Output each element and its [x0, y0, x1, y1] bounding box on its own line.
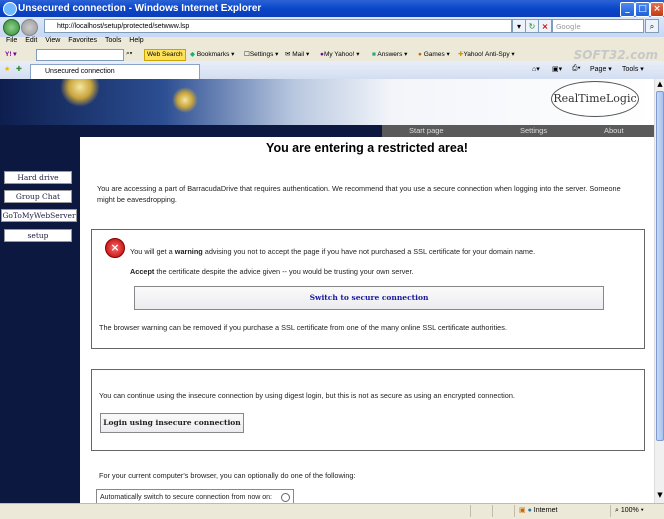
sidebar: Hard drive Group Chat GoToMyWebServer se…	[0, 137, 80, 503]
lock-icon: ▣	[519, 507, 526, 514]
yahoo-logo-icon[interactable]: Y! ▾	[5, 50, 17, 58]
auto-switch-radio[interactable]	[281, 493, 290, 502]
settings-button[interactable]: ☐Settings ▾	[244, 50, 278, 58]
antispy-button[interactable]: ✚Yahoo! Anti-Spy ▾	[458, 50, 515, 58]
accept-text: Accept the certificate despite the advic…	[130, 267, 414, 276]
home-icon[interactable]: ⌂▾	[532, 65, 540, 73]
login-insecure-button[interactable]: Login using insecure connection	[100, 413, 244, 433]
insecure-connection-panel	[91, 369, 645, 451]
scrollbar-thumb[interactable]	[656, 91, 664, 441]
nav-tabs: Start page Settings About	[382, 125, 654, 137]
site-nav: Start page Settings About	[0, 125, 654, 137]
forward-button[interactable]	[21, 19, 38, 36]
add-favorites-icon[interactable]: ✚	[16, 65, 22, 73]
main-content: You are entering a restricted area! You …	[80, 137, 654, 503]
maximize-button[interactable]: □	[635, 2, 650, 17]
tools-menu[interactable]: Tools ▾	[622, 65, 644, 73]
feeds-icon[interactable]: ▣▾	[552, 65, 562, 73]
security-zone[interactable]: ▣ ● Internet	[514, 505, 610, 517]
tab-row: ★ ✚ Unsecured connection ⌂▾ ▣▾ ⎙▾ Page ▾…	[0, 61, 664, 79]
ie-app-icon	[3, 2, 17, 16]
search-icon[interactable]: ⌕	[645, 19, 659, 33]
zoom-level[interactable]: ⌕ 100% ▾	[610, 505, 664, 517]
stop-icon[interactable]: ×	[538, 19, 552, 33]
globe-icon: ●	[527, 507, 532, 514]
games-button[interactable]: ● Games ▾	[418, 50, 450, 58]
page-menu[interactable]: Page ▾	[590, 65, 612, 73]
sidebar-item-hard-drive[interactable]: Hard drive	[4, 171, 72, 184]
menu-tools[interactable]: Tools	[105, 37, 121, 44]
tab-unsecured-connection[interactable]: Unsecured connection	[30, 64, 200, 79]
header-decoration	[60, 79, 100, 107]
status-segment	[470, 505, 492, 517]
watermark-logo: SOFT32.com	[573, 48, 658, 62]
menu-edit[interactable]: Edit	[25, 37, 37, 44]
intro-text: You are accessing a part of BarracudaDri…	[97, 184, 621, 204]
menu-file[interactable]: File	[6, 37, 17, 44]
games-icon: ●	[418, 51, 422, 58]
switch-secure-button[interactable]: Switch to secure connection	[134, 286, 604, 310]
address-bar[interactable]: http://localhost/setup/protected/setwww.…	[44, 19, 512, 33]
toolbar-search-icon[interactable]: ⌕▾	[126, 50, 132, 58]
sidebar-item-group-chat[interactable]: Group Chat	[4, 190, 72, 203]
auto-switch-label: Automatically switch to secure connectio…	[100, 494, 272, 501]
yahoo-toolbar: Y! ▾ ⌕▾ Web Search ◆ Bookmarks ▾ ☐Settin…	[0, 48, 664, 62]
close-button[interactable]: ×	[650, 2, 664, 17]
toolbar-search-input[interactable]	[36, 49, 124, 61]
menu-favorites[interactable]: Favorites	[68, 37, 97, 44]
my-yahoo-button[interactable]: ●My Yahoo! ▾	[320, 50, 360, 58]
options-note: For your current computer's browser, you…	[99, 471, 356, 480]
nav-about[interactable]: About	[604, 126, 624, 135]
sidebar-item-gotomywebserver[interactable]: GoToMyWebServer	[1, 209, 77, 222]
sidebar-item-setup[interactable]: setup	[4, 229, 72, 242]
scroll-up-icon[interactable]: ▲	[656, 80, 664, 89]
answers-button[interactable]: ■ Answers ▾	[372, 50, 407, 58]
warning-shield-icon: ×	[105, 238, 125, 258]
nav-settings[interactable]: Settings	[520, 126, 547, 135]
site-header: RealTimeLogic	[0, 79, 654, 125]
menu-view[interactable]: View	[45, 37, 60, 44]
address-dropdown-icon[interactable]: ▾	[512, 19, 526, 33]
window-title: Unsecured connection - Windows Internet …	[18, 3, 262, 14]
vertical-scrollbar[interactable]: ▲ ▼	[654, 79, 664, 503]
mail-icon: ✉	[285, 51, 291, 58]
back-button[interactable]	[3, 19, 20, 36]
web-search-button[interactable]: Web Search	[144, 49, 186, 61]
warning-text: You will get a warning advising you not …	[130, 247, 536, 256]
auto-switch-option: Automatically switch to secure connectio…	[96, 489, 294, 503]
page-title: You are entering a restricted area!	[266, 141, 468, 155]
refresh-icon[interactable]: ↻	[525, 19, 539, 33]
title-bar: Unsecured connection - Windows Internet …	[0, 0, 664, 17]
bookmarks-button[interactable]: ◆ Bookmarks ▾	[190, 50, 234, 58]
print-icon[interactable]: ⎙▾	[572, 65, 581, 73]
realtimelogic-logo[interactable]: RealTimeLogic	[551, 81, 639, 117]
zoom-icon: ⌕	[615, 507, 619, 514]
status-segment	[492, 505, 514, 517]
menu-help[interactable]: Help	[129, 37, 143, 44]
page-viewport: RealTimeLogic Start page Settings About …	[0, 79, 654, 503]
minimize-button[interactable]: _	[620, 2, 635, 17]
header-decoration	[172, 87, 198, 113]
search-input[interactable]: Google	[552, 19, 644, 33]
bookmarks-icon: ◆	[190, 51, 195, 58]
scroll-down-icon[interactable]: ▼	[656, 491, 664, 500]
status-bar: ▣ ● Internet ⌕ 100% ▾	[0, 503, 664, 519]
mail-button[interactable]: ✉ Mail ▾	[285, 50, 309, 58]
menu-bar: File Edit View Favorites Tools Help	[0, 37, 664, 48]
ssl-note: The browser warning can be removed if yo…	[99, 323, 507, 332]
insecure-note: You can continue using the insecure conn…	[99, 391, 515, 400]
answers-icon: ■	[372, 51, 376, 58]
favorites-star-icon[interactable]: ★	[4, 65, 10, 73]
address-row: http://localhost/setup/protected/setwww.…	[0, 17, 664, 37]
nav-start-page[interactable]: Start page	[409, 126, 444, 135]
